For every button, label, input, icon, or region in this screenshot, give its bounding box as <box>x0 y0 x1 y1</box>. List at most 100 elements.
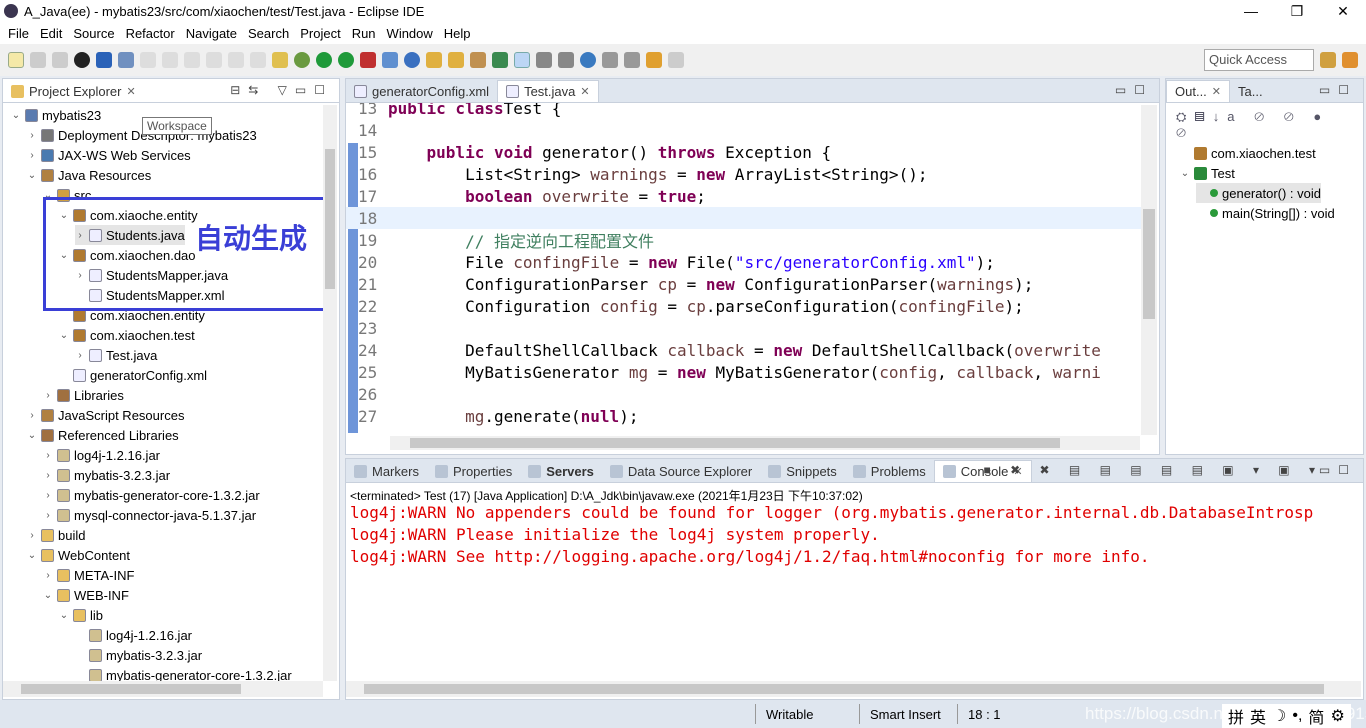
close-tab-icon[interactable]: ✕ <box>126 85 135 98</box>
tree-item[interactable]: › JavaScript Resources <box>27 405 184 425</box>
search-icon[interactable] <box>470 52 486 68</box>
annotation-icon[interactable] <box>492 52 508 68</box>
mark-occurrences-icon[interactable] <box>514 52 530 68</box>
menu-edit[interactable]: Edit <box>36 26 69 41</box>
new-class-icon[interactable] <box>404 52 420 68</box>
save-all-icon[interactable] <box>52 52 68 68</box>
console-toolbar[interactable]: ■ ✖ ✖ ▤ ▤ ▤ ▤ ▤ ▣ ▾ ▣ ▾ <box>984 463 1323 477</box>
ime-toolbar[interactable]: 拼英 ☽ •, 简 ⚙ <box>1222 704 1351 728</box>
editor-horizontal-scrollbar[interactable] <box>390 436 1140 450</box>
close-tab-icon[interactable]: ✕ <box>1212 85 1221 98</box>
tree-item[interactable]: log4j-1.2.16.jar <box>75 625 192 645</box>
tree-item[interactable]: › Libraries <box>43 385 124 405</box>
tab-outline[interactable]: Out... ✕ <box>1166 80 1231 102</box>
ime-button[interactable]: ⚙ <box>1330 706 1344 726</box>
tree-item[interactable]: › mysql-connector-java-5.1.37.jar <box>43 505 256 525</box>
menu-file[interactable]: File <box>4 26 36 41</box>
next-annotation-icon[interactable] <box>602 52 618 68</box>
tab-task-list[interactable]: Ta... <box>1230 80 1271 102</box>
view-controls[interactable]: ⊟⇆ ▽▭☐ <box>230 83 333 97</box>
run-icon[interactable] <box>316 52 332 68</box>
step-return-icon[interactable] <box>250 52 266 68</box>
expand-toggle-icon[interactable]: › <box>43 510 53 521</box>
outline-item[interactable]: ⌄ Test <box>1180 163 1235 183</box>
tree-item[interactable]: › META-INF <box>43 565 134 585</box>
expand-toggle-icon[interactable]: ⌄ <box>27 430 37 441</box>
debug-icon[interactable] <box>294 52 310 68</box>
open-type-icon[interactable] <box>426 52 442 68</box>
skip-breakpoints-icon[interactable] <box>118 52 134 68</box>
tab-problems[interactable]: Problems <box>845 460 934 482</box>
quick-access-input[interactable]: Quick Access <box>1204 49 1314 71</box>
ime-button[interactable]: ☽ <box>1272 706 1286 726</box>
browser-icon[interactable] <box>580 52 596 68</box>
outline-item[interactable]: com.xiaochen.test <box>1180 143 1316 163</box>
menu-search[interactable]: Search <box>244 26 296 41</box>
prev-annotation-icon[interactable] <box>624 52 640 68</box>
step-into-icon[interactable] <box>206 52 222 68</box>
expand-toggle-icon[interactable]: › <box>27 410 37 421</box>
expand-toggle-icon[interactable]: › <box>43 490 53 501</box>
tree-item[interactable]: ⌄ Referenced Libraries <box>27 425 179 445</box>
expand-toggle-icon[interactable]: › <box>27 130 37 141</box>
expand-toggle-icon[interactable]: ⌄ <box>43 590 53 601</box>
menu-refactor[interactable]: Refactor <box>122 26 182 41</box>
menu-window[interactable]: Window <box>383 26 440 41</box>
external-tools-icon[interactable] <box>360 52 376 68</box>
tab-data-source-explorer[interactable]: Data Source Explorer <box>602 460 760 482</box>
outline-item[interactable]: main(String[]) : void <box>1196 203 1335 223</box>
new-icon[interactable] <box>8 52 24 68</box>
expand-toggle-icon[interactable]: ⌄ <box>11 110 21 121</box>
ime-button[interactable]: 简 <box>1308 704 1324 728</box>
tab-markers[interactable]: Markers <box>346 460 427 482</box>
tree-item[interactable]: ⌄ lib <box>59 605 103 625</box>
show-whitespace-icon[interactable] <box>558 52 574 68</box>
java-ee-perspective-icon[interactable] <box>1342 52 1358 68</box>
tab-test-java[interactable]: Test.java ✕ <box>497 80 599 102</box>
tree-item[interactable]: ⌄ WebContent <box>27 545 130 565</box>
menu-project[interactable]: Project <box>296 26 347 41</box>
ime-button[interactable]: 拼 <box>1228 704 1244 728</box>
expand-toggle-icon[interactable]: ⌄ <box>59 330 69 341</box>
expand-toggle-icon[interactable]: › <box>27 150 37 161</box>
expand-toggle-icon[interactable]: › <box>43 390 53 401</box>
tree-horizontal-scrollbar[interactable] <box>3 681 323 697</box>
resume-icon[interactable] <box>140 52 156 68</box>
code-editor[interactable]: 13 public classTest {14 15 public void gen… <box>346 103 1159 433</box>
outline-item[interactable]: generator() : void <box>1196 183 1321 203</box>
expand-toggle-icon[interactable]: › <box>75 350 85 361</box>
tree-item[interactable]: › mybatis-generator-core-1.3.2.jar <box>43 485 259 505</box>
console-output[interactable]: log4j:WARN No appenders could be found f… <box>346 503 1363 673</box>
tree-vertical-scrollbar[interactable] <box>323 105 337 681</box>
tree-item[interactable]: ⌄ com.xiaochen.test <box>59 325 195 345</box>
tree-item[interactable]: › log4j-1.2.16.jar <box>43 445 160 465</box>
coverage-icon[interactable] <box>338 52 354 68</box>
ime-button[interactable]: •, <box>1292 707 1302 725</box>
tree-item[interactable]: › JAX-WS Web Services <box>27 145 190 165</box>
expand-toggle-icon[interactable]: ⌄ <box>27 550 37 561</box>
tree-item[interactable]: › build <box>27 525 85 545</box>
profile-icon[interactable] <box>74 52 90 68</box>
tree-item[interactable]: generatorConfig.xml <box>59 365 207 385</box>
tab-properties[interactable]: Properties <box>427 460 520 482</box>
tab-generatorconfig-xml[interactable]: generatorConfig.xml <box>346 80 497 102</box>
terminate-icon[interactable] <box>184 52 200 68</box>
suspend-icon[interactable] <box>162 52 178 68</box>
new-java-project-icon[interactable] <box>382 52 398 68</box>
close-button[interactable]: ✕ <box>1320 3 1366 20</box>
menu-source[interactable]: Source <box>69 26 121 41</box>
block-selection-icon[interactable] <box>536 52 552 68</box>
tree-item[interactable]: ⌄ mybatis23 <box>11 105 101 125</box>
outline-toolbar[interactable]: ⛭▤↓a ⊘ ⊘ ● ⊘ <box>1166 103 1363 143</box>
open-perspective-icon[interactable] <box>1320 52 1336 68</box>
expand-toggle-icon[interactable]: ⌄ <box>27 170 37 181</box>
use-step-filters-icon[interactable] <box>272 52 288 68</box>
expand-toggle-icon[interactable]: › <box>27 530 37 541</box>
menu-navigate[interactable]: Navigate <box>182 26 244 41</box>
tree-item[interactable]: ⌄ Java Resources <box>27 165 151 185</box>
menu-help[interactable]: Help <box>440 26 478 41</box>
maximize-button[interactable]: ❐ <box>1274 3 1320 20</box>
save-icon[interactable] <box>30 52 46 68</box>
tab-project-explorer[interactable]: Project Explorer ✕ <box>3 80 144 102</box>
menu-run[interactable]: Run <box>348 26 383 41</box>
